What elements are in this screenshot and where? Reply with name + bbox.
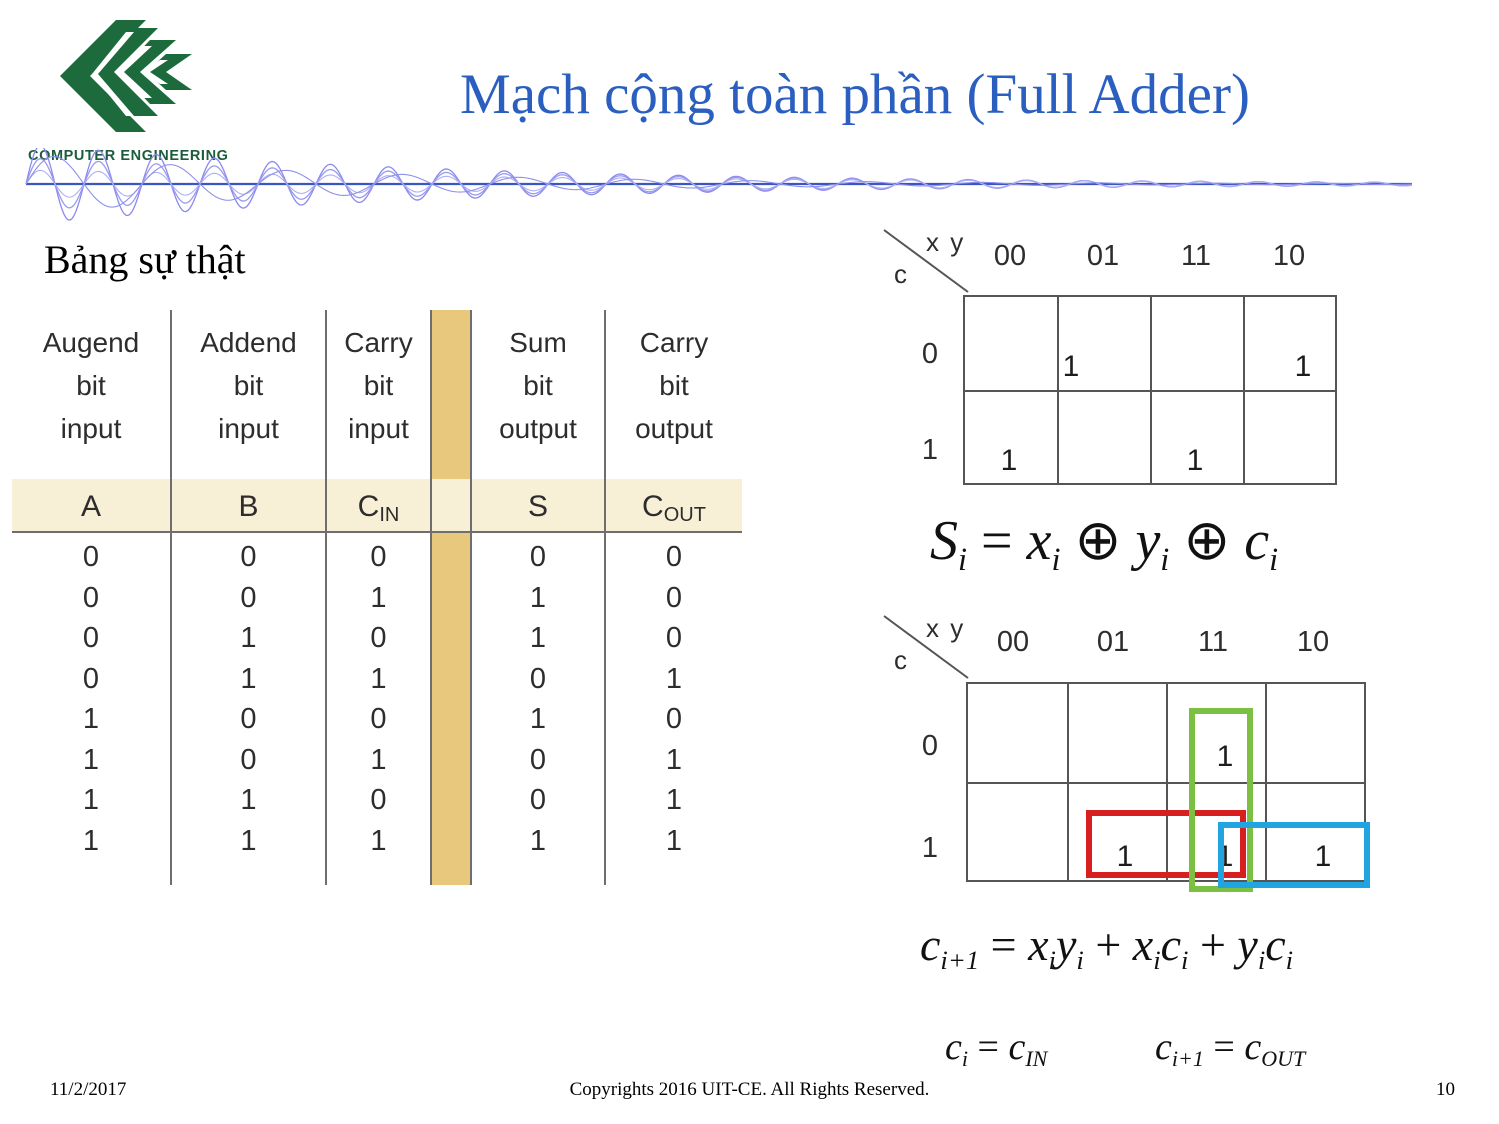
column-symbol-cin: CIN [357, 490, 400, 526]
equation-ci1-equals-cout: ci+1 = cOUT [1155, 1026, 1306, 1072]
kmap-carry-colhdr-11: 11 [1197, 626, 1229, 658]
column-header-carry-in: Carry bit input [344, 327, 413, 444]
kmap-carry-rowhdr-1: 1 [921, 832, 939, 864]
kmap-sum-axis-c: c [894, 259, 907, 289]
kmap-sum-cell-r0c1: 1 [1062, 350, 1080, 383]
column-header-addend: Addend bit input [200, 327, 297, 444]
kmap-sum-colhdr-10: 10 [1272, 240, 1306, 272]
table-rule-under-symbols [12, 531, 742, 533]
footer-copyright: Copyrights 2016 UIT-CE. All Rights Reser… [569, 1079, 930, 1100]
column-values-a: 00 00 11 11 [82, 541, 100, 857]
column-symbol-a: A [80, 490, 101, 523]
column-values-s: 01 10 10 01 [529, 541, 547, 857]
kmap-sum-colhdr-00: 00 [993, 240, 1027, 272]
kmap-sum-rowhdr-0: 0 [921, 338, 939, 370]
truth-table-heading: Bảng sự thật [44, 237, 246, 282]
column-values-cout: 00 01 01 11 [665, 541, 683, 857]
karnaugh-map-carry: x y c 00 01 11 10 0 1 1 1 1 1 [880, 612, 1380, 902]
kmap-carry-colhdr-10: 10 [1296, 626, 1330, 658]
logo: COMPUTER ENGINEERING [28, 14, 228, 164]
column-symbol-b: B [238, 490, 259, 523]
column-values-cin: 01 01 01 01 [370, 541, 387, 857]
kmap-carry-colhdr-01: 01 [1096, 626, 1130, 658]
kmap-group-blue [1218, 822, 1370, 888]
kmap-sum-cell-r1c0: 1 [1000, 444, 1018, 477]
kmap-sum-hline-1 [965, 390, 1335, 392]
equation-ci-equals-cin: ci = cIN [945, 1026, 1048, 1072]
column-symbol-s: S [527, 490, 548, 523]
kmap-carry-colhdr-00: 00 [996, 626, 1030, 658]
kmap-carry-rowhdr-0: 0 [921, 730, 939, 762]
kmap-sum-axis-xy: x y [926, 227, 966, 257]
kmap-carry-axis-xy: x y [926, 613, 966, 643]
column-header-carry-out: Carry bit output [635, 327, 713, 444]
column-values-b: 00 11 00 11 [240, 541, 257, 857]
column-header-sum: Sum bit output [499, 327, 577, 444]
computer-engineering-logo-icon [60, 20, 192, 132]
kmap-carry-axis-c: c [894, 645, 907, 675]
column-symbol-cout: COUT [642, 490, 706, 526]
table-divider-3 [430, 310, 432, 885]
kmap-sum-cell-r1c2: 1 [1186, 444, 1204, 477]
kmap-carry-hline-1 [968, 782, 1364, 784]
kmap-sum-rowhdr-1: 1 [921, 434, 939, 466]
equation-sum: Si = xi ⊕ yi ⊕ ci [930, 510, 1279, 579]
footer-page-number: 10 [1436, 1079, 1455, 1100]
page-title: Mạch cộng toàn phần (Full Adder) [460, 63, 1250, 126]
kmap-sum-colhdr-01: 01 [1086, 240, 1120, 272]
carry-in-highlight-band [432, 310, 470, 885]
kmap-sum-colhdr-11: 11 [1180, 240, 1212, 272]
decorative-wave-divider [25, 148, 1413, 221]
equation-carry-out: ci+1 = xiyi + xici + yici [920, 919, 1294, 976]
truth-table: Augend bit input A 00 00 11 11 Addend bi… [12, 305, 742, 885]
column-header-augend: Augend bit input [42, 327, 140, 444]
karnaugh-map-sum: x y c 00 01 11 10 0 1 1 1 1 1 [880, 226, 1350, 491]
kmap-sum-cell-r0c3: 1 [1294, 350, 1312, 383]
